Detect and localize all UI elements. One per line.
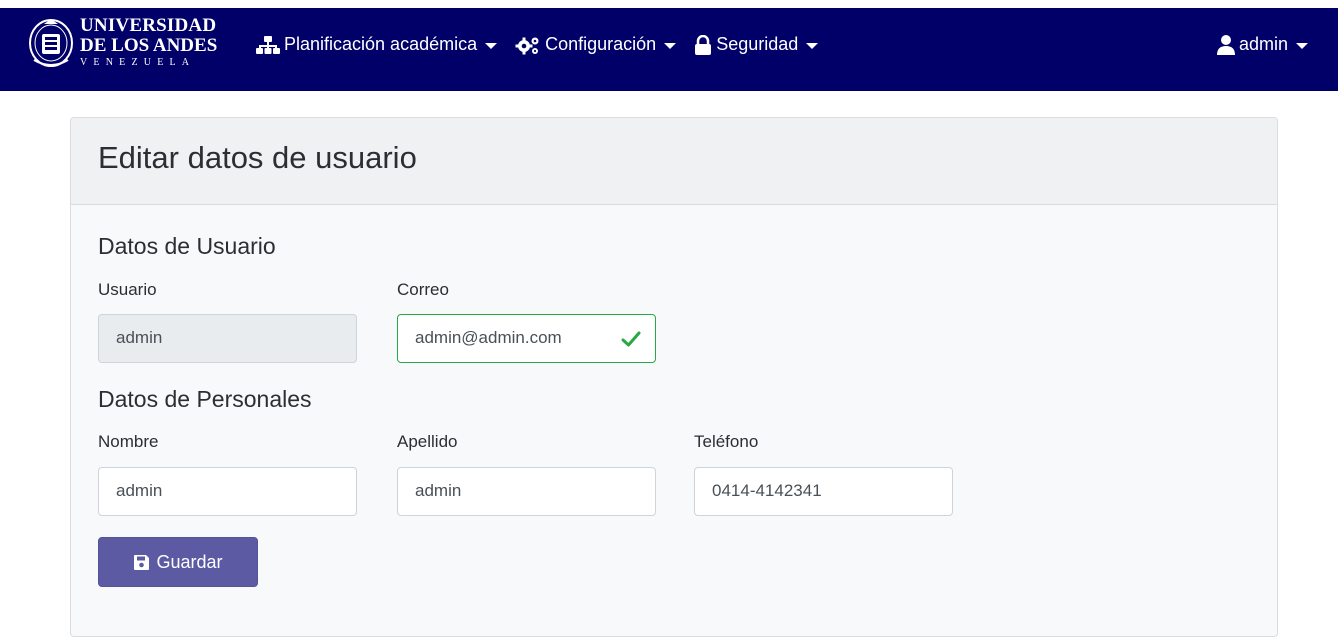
user-menu-label: admin <box>1238 34 1288 54</box>
nombre-label: Nombre <box>98 432 159 451</box>
usuario-field: admin <box>98 314 357 363</box>
caret-down-icon <box>806 42 819 49</box>
caret-down-icon <box>485 42 498 49</box>
telefono-value: 0414-4142341 <box>712 481 822 500</box>
page-title: Editar datos de usuario <box>98 140 417 175</box>
sitemap-icon <box>256 35 280 54</box>
nav-configuracion-dropdown[interactable]: Configuración <box>515 34 677 55</box>
user-menu-dropdown[interactable]: admin <box>1216 34 1308 55</box>
apellido-label: Apellido <box>397 432 458 451</box>
usuario-value: admin <box>116 328 163 347</box>
correo-field[interactable]: admin@admin.com <box>397 314 656 363</box>
nav-configuracion-label: Configuración <box>545 34 657 54</box>
nombre-value: admin <box>116 481 163 500</box>
user-data-section-title: Datos de Usuario <box>98 233 276 259</box>
personal-data-section-title: Datos de Personales <box>98 386 312 412</box>
lock-icon <box>695 34 712 55</box>
cogs-icon <box>515 37 539 54</box>
brand-name-line2: DE LOS ANDES <box>80 35 218 56</box>
edit-user-card: Editar datos de usuario Datos de Usuario… <box>70 117 1278 637</box>
caret-down-icon <box>664 42 677 49</box>
nav-planificacion-dropdown[interactable]: Planificación académica <box>256 34 498 55</box>
caret-down-icon <box>1296 42 1308 49</box>
brand-name-line3: VENEZUELA <box>80 57 196 68</box>
nav-seguridad-label: Seguridad <box>716 34 799 54</box>
floppy-disk-icon <box>134 554 150 570</box>
check-icon <box>621 331 641 347</box>
correo-value: admin@admin.com <box>415 328 562 347</box>
card-header: Editar datos de usuario <box>71 118 1277 205</box>
telefono-field[interactable]: 0414-4142341 <box>694 467 953 516</box>
user-icon <box>1216 34 1235 55</box>
university-seal-icon <box>29 19 73 67</box>
nombre-field[interactable]: admin <box>98 467 357 516</box>
brand-logo[interactable]: UNIVERSIDAD DE LOS ANDES VENEZUELA <box>28 8 217 76</box>
telefono-label: Teléfono <box>694 432 759 451</box>
apellido-field[interactable]: admin <box>397 467 656 516</box>
correo-label: Correo <box>397 280 449 299</box>
nav-planificacion-label: Planificación académica <box>284 34 478 54</box>
usuario-label: Usuario <box>98 280 157 299</box>
nav-seguridad-dropdown[interactable]: Seguridad <box>694 34 819 55</box>
top-navbar: UNIVERSIDAD DE LOS ANDES VENEZUELA Plani… <box>0 0 1338 91</box>
save-button[interactable]: Guardar <box>98 537 258 587</box>
apellido-value: admin <box>415 481 462 500</box>
brand-name-line1: UNIVERSIDAD <box>80 15 217 36</box>
save-button-label: Guardar <box>156 551 223 572</box>
